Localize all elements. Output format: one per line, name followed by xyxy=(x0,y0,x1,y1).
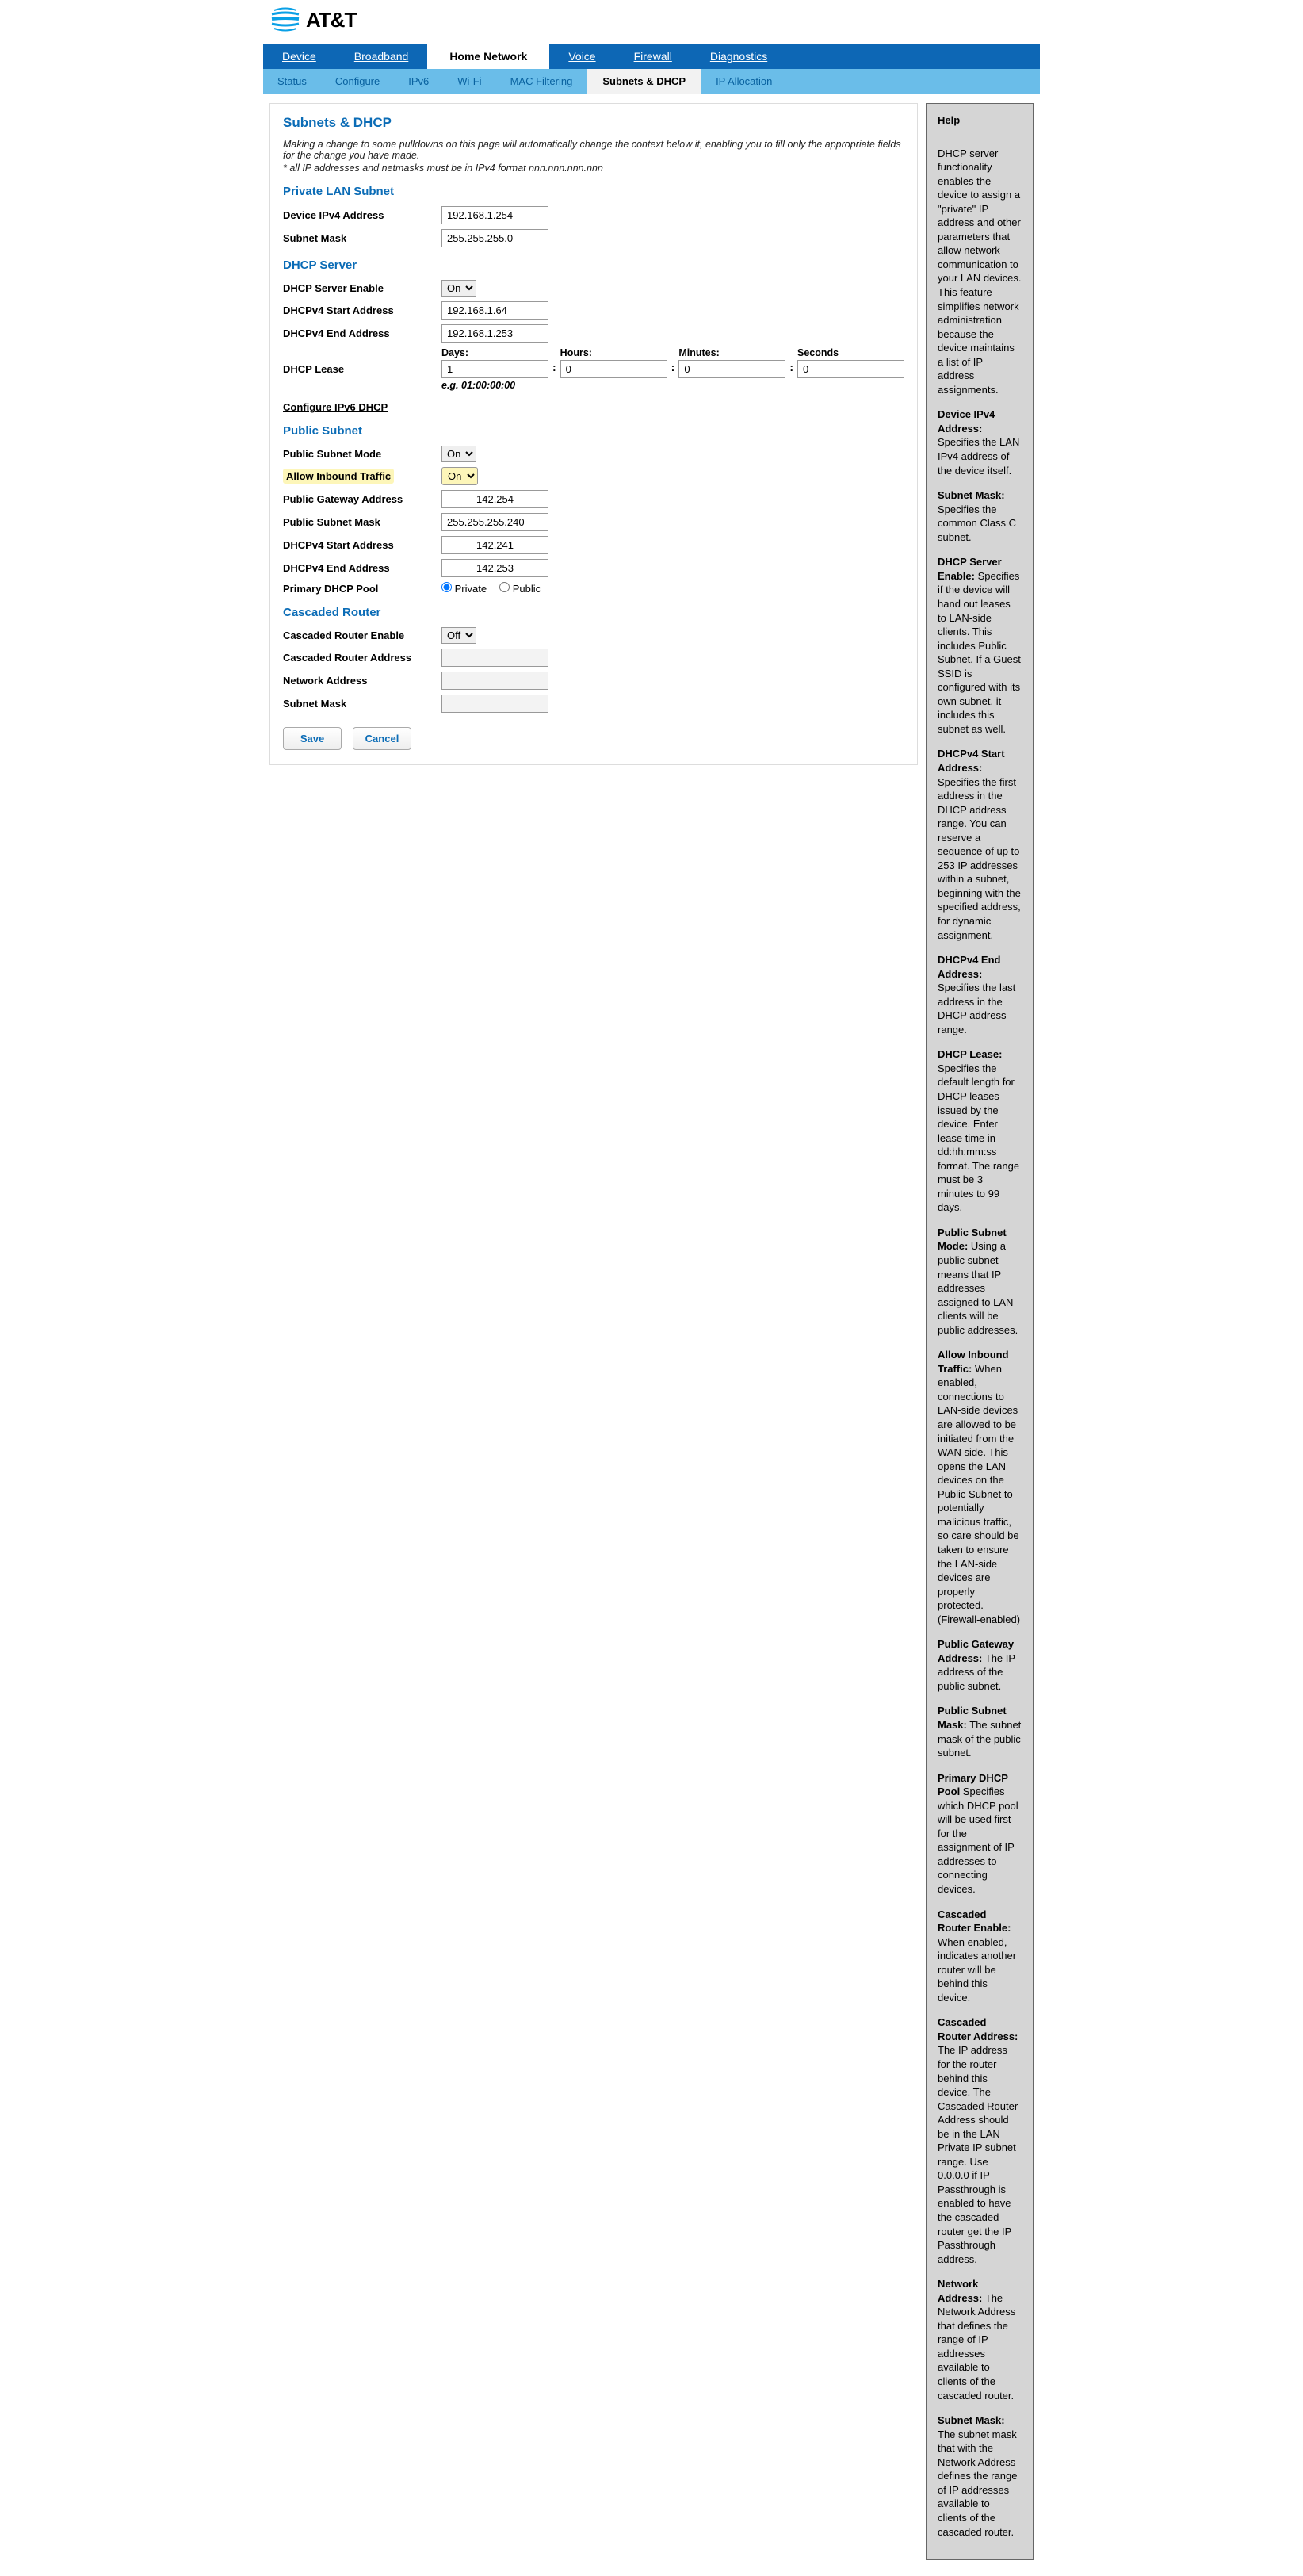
label-public-dhcp-end: DHCPv4 End Address xyxy=(283,562,441,574)
input-public-gateway[interactable] xyxy=(441,490,548,508)
help-sm: Subnet Mask: The subnet mask that with t… xyxy=(938,2413,1022,2539)
radio-pool-public[interactable] xyxy=(499,582,510,592)
section-private-lan: Private LAN Subnet xyxy=(283,185,904,198)
cancel-button[interactable]: Cancel xyxy=(353,727,411,750)
label-primary-dhcp-pool: Primary DHCP Pool xyxy=(283,583,441,595)
link-configure-ipv6-dhcp[interactable]: Configure IPv6 DHCP xyxy=(283,401,388,413)
help-intro: DHCP server functionality enables the de… xyxy=(938,147,1022,397)
select-cascaded-enable[interactable]: Off xyxy=(441,627,476,644)
page-title: Subnets & DHCP xyxy=(283,115,904,131)
label-cascaded-network: Network Address xyxy=(283,675,441,687)
label-dhcp-end: DHCPv4 End Address xyxy=(283,327,441,339)
label-dhcp-start: DHCPv4 Start Address xyxy=(283,304,441,316)
help-dhcp-enable: DHCP Server Enable: Specifies if the dev… xyxy=(938,555,1022,736)
help-psm: Public Subnet Mode: Using a public subne… xyxy=(938,1226,1022,1337)
tab-firewall[interactable]: Firewall xyxy=(615,44,691,69)
help-cra: Cascaded Router Address: The IP address … xyxy=(938,2015,1022,2266)
help-cre: Cascaded Router Enable: When enabled, in… xyxy=(938,1908,1022,2005)
label-dhcp-lease: DHCP Lease xyxy=(283,363,441,375)
help-lease: DHCP Lease: Specifies the default length… xyxy=(938,1047,1022,1215)
help-title: Help xyxy=(938,113,1022,128)
help-dhcp-end: DHCPv4 End Address: Specifies the last a… xyxy=(938,953,1022,1036)
label-cascaded-mask: Subnet Mask xyxy=(283,698,441,710)
input-public-dhcp-start[interactable] xyxy=(441,536,548,554)
help-panel: Help DHCP server functionality enables t… xyxy=(926,103,1034,2560)
subtab-wifi[interactable]: Wi-Fi xyxy=(443,69,495,94)
input-lease-minutes[interactable] xyxy=(678,360,785,378)
subtab-ipv6[interactable]: IPv6 xyxy=(394,69,443,94)
input-dhcp-end[interactable] xyxy=(441,324,548,343)
section-dhcp-server: DHCP Server xyxy=(283,258,904,272)
input-cascaded-mask[interactable] xyxy=(441,695,548,713)
input-lease-days[interactable] xyxy=(441,360,548,378)
label-minutes: Minutes: xyxy=(678,347,785,358)
select-public-subnet-mode[interactable]: On xyxy=(441,446,476,462)
input-public-subnet-mask[interactable] xyxy=(441,513,548,531)
intro-line-1: Making a change to some pulldowns on thi… xyxy=(283,139,904,161)
label-allow-inbound: Allow Inbound Traffic xyxy=(283,469,441,484)
label-public-subnet-mode: Public Subnet Mode xyxy=(283,448,441,460)
input-public-dhcp-end[interactable] xyxy=(441,559,548,577)
logo-text: AT&T xyxy=(306,8,356,33)
lease-example: e.g. 01:00:00:00 xyxy=(441,380,904,391)
tab-broadband[interactable]: Broadband xyxy=(335,44,428,69)
label-cascaded-address: Cascaded Router Address xyxy=(283,652,441,664)
input-lease-hours[interactable] xyxy=(560,360,667,378)
help-inbound: Allow Inbound Traffic: When enabled, con… xyxy=(938,1348,1022,1626)
subtab-status[interactable]: Status xyxy=(263,69,321,94)
section-cascaded-router: Cascaded Router xyxy=(283,606,904,619)
radio-pool-private[interactable] xyxy=(441,582,452,592)
help-subnet: Subnet Mask: Specifies the common Class … xyxy=(938,488,1022,544)
subtab-subnets-dhcp[interactable]: Subnets & DHCP xyxy=(587,69,701,94)
label-public-gateway: Public Gateway Address xyxy=(283,493,441,505)
subtab-mac-filtering[interactable]: MAC Filtering xyxy=(496,69,587,94)
label-public-subnet-mask: Public Subnet Mask xyxy=(283,516,441,528)
subtab-ip-allocation[interactable]: IP Allocation xyxy=(701,69,786,94)
help-na: Network Address: The Network Address tha… xyxy=(938,2277,1022,2402)
tab-diagnostics[interactable]: Diagnostics xyxy=(691,44,786,69)
select-allow-inbound[interactable]: On xyxy=(441,467,478,485)
tab-voice[interactable]: Voice xyxy=(549,44,614,69)
section-public-subnet: Public Subnet xyxy=(283,424,904,438)
primary-tabbar: Device Broadband Home Network Voice Fire… xyxy=(263,44,1040,69)
subtab-configure[interactable]: Configure xyxy=(321,69,394,94)
label-public-dhcp-start: DHCPv4 Start Address xyxy=(283,539,441,551)
select-dhcp-enable[interactable]: On xyxy=(441,280,476,297)
input-dhcp-start[interactable] xyxy=(441,301,548,320)
label-cascaded-enable: Cascaded Router Enable xyxy=(283,630,441,641)
main-panel: Subnets & DHCP Making a change to some p… xyxy=(269,103,918,765)
help-dhcp-start: DHCPv4 Start Address: Specifies the firs… xyxy=(938,747,1022,942)
label-days: Days: xyxy=(441,347,548,358)
tab-home-network[interactable]: Home Network xyxy=(427,44,549,69)
help-psmask: Public Subnet Mask: The subnet mask of t… xyxy=(938,1704,1022,1759)
input-cascaded-network[interactable] xyxy=(441,672,548,690)
header-logo: AT&T xyxy=(263,0,1040,44)
tab-device[interactable]: Device xyxy=(263,44,335,69)
label-dhcp-enable: DHCP Server Enable xyxy=(283,282,441,294)
help-pool: Primary DHCP Pool Specifies which DHCP p… xyxy=(938,1771,1022,1897)
input-device-ipv4[interactable] xyxy=(441,206,548,224)
att-globe-icon xyxy=(271,5,300,36)
label-device-ipv4: Device IPv4 Address xyxy=(283,209,441,221)
intro-line-2: * all IP addresses and netmasks must be … xyxy=(283,163,904,174)
label-seconds: Seconds xyxy=(797,347,904,358)
input-lease-seconds[interactable] xyxy=(797,360,904,378)
input-cascaded-address[interactable] xyxy=(441,649,548,667)
help-pga: Public Gateway Address: The IP address o… xyxy=(938,1637,1022,1693)
save-button[interactable]: Save xyxy=(283,727,342,750)
label-subnet-mask: Subnet Mask xyxy=(283,232,441,244)
secondary-tabbar: Status Configure IPv6 Wi-Fi MAC Filterin… xyxy=(263,69,1040,94)
input-subnet-mask[interactable] xyxy=(441,229,548,247)
help-device: Device IPv4 Address: Specifies the LAN I… xyxy=(938,408,1022,477)
label-hours: Hours: xyxy=(560,347,667,358)
